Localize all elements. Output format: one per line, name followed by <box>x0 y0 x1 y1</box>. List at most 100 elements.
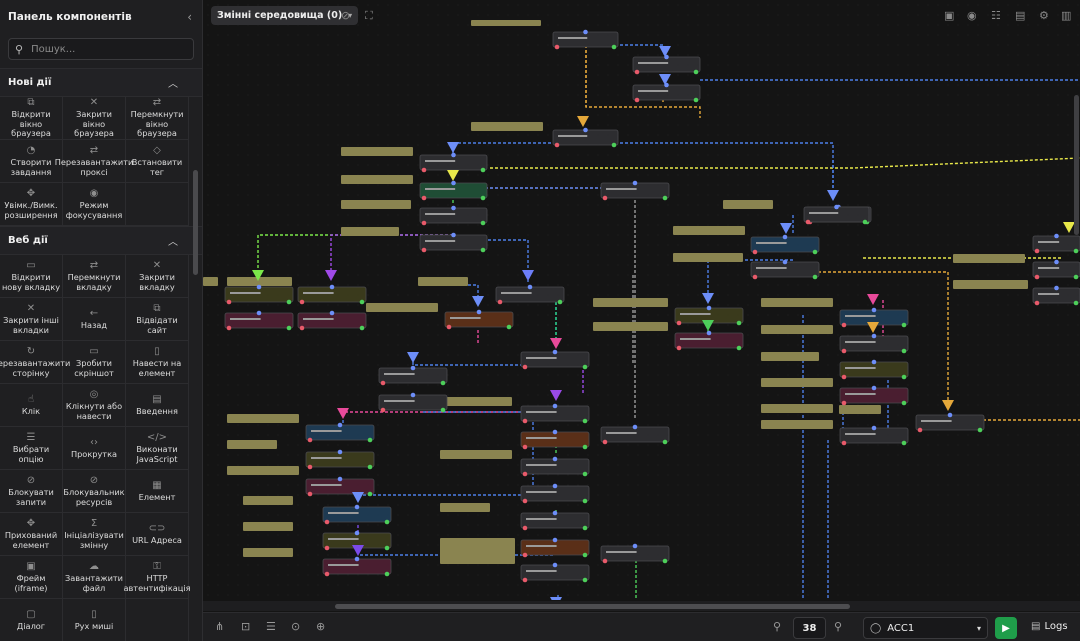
node-success-port <box>901 400 907 406</box>
section-title: Веб дії <box>8 235 48 246</box>
logs-label: Logs <box>1044 621 1068 632</box>
component-select-option[interactable]: ☰ Вибрати опцію <box>0 427 63 470</box>
component-click[interactable]: ☝ Клік <box>0 384 63 427</box>
list-check-icon[interactable]: ☰ <box>266 620 276 633</box>
run-button[interactable]: ▶ <box>995 617 1017 639</box>
component-dialog[interactable]: ▢ Діалог <box>0 599 63 641</box>
component-element[interactable]: ▦ Елемент <box>126 470 189 513</box>
component-label: Перезавантажити проксі <box>54 157 134 177</box>
component-execute-javascript[interactable]: </> Виконати JavaScript <box>126 427 189 470</box>
component-hover-element[interactable]: ▯ Навести на елемент <box>126 341 189 384</box>
canvas-horizontal-scrollbar[interactable] <box>335 604 850 609</box>
node-input-port <box>337 449 343 455</box>
logs-button[interactable]: ▤ Logs <box>1031 621 1068 632</box>
flow-arrow <box>867 322 879 333</box>
sticky-note <box>471 122 543 131</box>
component-toggle-extension[interactable]: ✥ Увімк./Вимк. розширення <box>0 183 63 226</box>
section-header-new-actions[interactable]: Нові дії ︿ <box>0 68 202 97</box>
download-icon[interactable]: ⊙ <box>291 620 300 633</box>
panel-icon[interactable]: ▥ <box>1061 9 1071 22</box>
flow-node-label <box>450 317 481 319</box>
node-success-port <box>662 195 668 201</box>
component-open-browser-window[interactable]: ⧉ Відкрити вікно браузера <box>0 97 63 140</box>
env-variables-dropdown[interactable]: Змінні середовища (0) ▾ <box>211 6 359 25</box>
node-input-port <box>1054 285 1059 291</box>
component-hidden-element[interactable]: ✥ Прихований елемент <box>0 513 63 556</box>
zoom-in-icon[interactable]: ⚲ <box>834 620 842 633</box>
node-input-port <box>583 127 588 133</box>
node-success-port <box>286 325 292 331</box>
profile-select[interactable]: ◯ ACC1 ▾ <box>863 617 988 639</box>
search-input[interactable] <box>31 43 172 55</box>
sticky-note <box>243 496 293 505</box>
fullscreen-icon[interactable]: ⛶ <box>365 9 373 23</box>
component-close-tab[interactable]: ✕ Закрити вкладку <box>126 255 189 298</box>
flow-canvas[interactable]: Змінні середовища (0) ▾ ⊘ ⛶ ▣ ◉ ☷ ▤ ⚙ ▥ <box>203 0 1080 641</box>
node-input-port <box>947 412 953 418</box>
component-block-requests[interactable]: ⊘ Блокувати запити <box>0 470 63 513</box>
share-icon[interactable]: ⋔ <box>215 620 224 633</box>
flow-edge <box>585 45 701 118</box>
component-http-auth[interactable]: ⚿ HTTP автентифікація <box>123 556 191 599</box>
component-init-variable[interactable]: Σ Ініціалізувати змінну <box>63 513 126 556</box>
component-reload-page[interactable]: ↻Перезавантажити сторінку <box>0 341 70 384</box>
component-back[interactable]: ← Назад <box>63 298 126 341</box>
node-input-port <box>706 305 712 311</box>
component-label: Зробити скріншот <box>74 358 114 378</box>
component-click-or-hover[interactable]: ◎ Клікнути або навести <box>63 384 126 427</box>
component-switch-browser-window[interactable]: ⇄ Перемкнути вікно браузера <box>126 97 189 140</box>
collapse-panel-icon[interactable]: ‹ <box>187 10 192 24</box>
component-close-other-tabs[interactable]: ✕ Закрити інші вкладки <box>0 298 63 341</box>
component-iframe[interactable]: ▣ Фрейм (iframe) <box>0 556 63 599</box>
component-switch-tab[interactable]: ⇄ Перемкнути вкладку <box>63 255 126 298</box>
eye-icon[interactable]: ◉ <box>967 9 977 22</box>
flow-arrow <box>325 270 337 281</box>
component-screenshot[interactable]: ▭ Зробити скріншот <box>63 341 126 384</box>
node-success-port <box>367 464 373 470</box>
layout-icon[interactable]: ▣ <box>944 9 954 22</box>
chevron-down-icon: ▾ <box>976 623 981 633</box>
node-error-port <box>421 220 427 226</box>
component-set-tag[interactable]: ◇ Встановити тег <box>126 140 189 183</box>
node-success-port <box>1073 274 1079 280</box>
component-open-new-tab[interactable]: ▭ Відкрити нову вкладку <box>0 255 63 298</box>
flow-node-label <box>425 213 456 215</box>
node-success-port <box>582 418 588 424</box>
flow-node-label <box>526 570 557 572</box>
import-icon[interactable]: ⊡ <box>241 620 250 633</box>
eye-off-icon[interactable]: ⊘ <box>341 9 350 22</box>
component-reload-proxy[interactable]: ⇄ Перезавантажити проксі <box>55 140 133 183</box>
gear-icon[interactable]: ⚙ <box>1039 9 1049 22</box>
section-header-web-actions[interactable]: Веб дії ︿ <box>0 226 202 255</box>
sidebar-scrollbar[interactable] <box>193 170 198 275</box>
flow-node-label <box>384 400 415 402</box>
node-input-port <box>451 205 456 211</box>
zoom-out-icon[interactable]: ⚲ <box>773 620 781 633</box>
sticky-note <box>673 226 745 235</box>
flow-node-label <box>1038 241 1060 243</box>
component-mouse-move[interactable]: ▯ Рух миші <box>63 599 126 641</box>
component-focus-mode[interactable]: ◉ Режим фокусування <box>63 183 126 226</box>
node-input-port <box>834 204 839 210</box>
node-success-port <box>367 437 373 443</box>
arrow-left-icon: ← <box>89 307 99 319</box>
node-input-port <box>256 310 262 316</box>
node-success-port <box>582 471 588 477</box>
component-resource-blocker[interactable]: ⊘ Блокувальник ресурсів <box>63 470 126 513</box>
keyboard-icon[interactable]: ▤ <box>1015 9 1025 22</box>
zoom-level[interactable]: 38 <box>793 617 826 639</box>
globe-icon[interactable]: ⊕ <box>316 620 325 633</box>
component-label: Навести на елемент <box>132 358 182 378</box>
sliders-icon[interactable]: ☷ <box>991 9 1001 22</box>
component-input[interactable]: ▤ Введення <box>126 384 189 427</box>
node-input-port <box>337 476 343 482</box>
component-label: Прихований елемент <box>4 530 58 550</box>
flow-edge <box>490 157 1080 169</box>
component-upload-file[interactable]: ☁ Завантажити файл <box>63 556 126 599</box>
component-close-browser-window[interactable]: ✕ Закрити вікно браузера <box>63 97 126 140</box>
bottom-toolbar: ⋔ ⊡ ☰ ⊙ ⊕ ⚲ 38 ⚲ ◯ ACC1 ▾ ▶ ▤ Logs <box>203 612 1080 641</box>
component-visit-site[interactable]: ⧉ Відвідати сайт <box>126 298 189 341</box>
component-scroll[interactable]: ‹› Прокрутка <box>63 427 126 470</box>
canvas-vertical-scrollbar[interactable] <box>1074 95 1079 235</box>
component-url-address[interactable]: ⊂⊃ URL Адреса <box>126 513 189 556</box>
